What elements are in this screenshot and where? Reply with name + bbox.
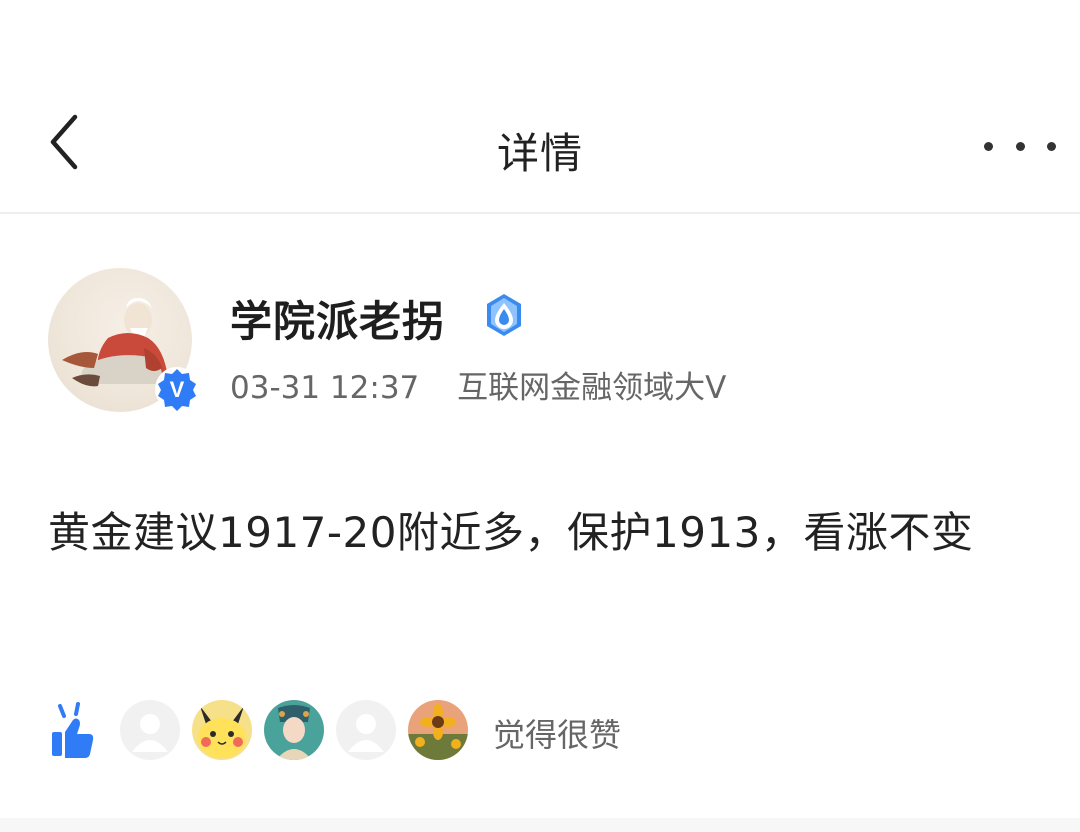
author-tag: 互联网金融领域大V	[457, 370, 727, 406]
likes-label: 觉得很赞	[493, 716, 622, 754]
author-name[interactable]: 学院派老拐	[230, 288, 445, 349]
more-dot	[984, 141, 993, 151]
svg-text:V: V	[170, 377, 185, 402]
page-title: 详情	[496, 129, 583, 178]
water-drop-badge-icon	[487, 294, 521, 336]
opera-avatar-icon	[264, 700, 324, 760]
navbar: 详情	[0, 90, 1080, 214]
default-avatar-icon	[336, 700, 396, 760]
likes-row: 觉得很赞	[48, 698, 748, 762]
liker-avatar-default[interactable]	[336, 700, 396, 760]
author-avatar[interactable]: V	[48, 268, 199, 418]
author-header: V 学院派老拐 03-31 12:37 互联网金融领域大V	[48, 268, 1028, 418]
liker-avatar-sunflower[interactable]	[408, 700, 468, 760]
pikachu-avatar-icon	[192, 700, 252, 760]
sunflower-avatar-icon	[408, 700, 468, 760]
verified-v-icon: V	[155, 367, 199, 411]
more-dot	[1047, 141, 1056, 151]
detail-screen: 详情 V 学院派老拐 03-31 12:37 互联网金融领域大V 黄金建议191…	[0, 0, 1080, 832]
liker-avatar-opera[interactable]	[264, 700, 324, 760]
default-avatar-icon	[120, 700, 180, 760]
post-text: 黄金建议1917-20附近多，保护1913，看涨不变	[48, 508, 974, 557]
thumbs-up-icon[interactable]	[48, 702, 98, 760]
liker-avatar-pikachu[interactable]	[192, 700, 252, 760]
liker-avatar-default[interactable]	[120, 700, 180, 760]
more-button[interactable]	[984, 126, 1056, 166]
post-time: 03-31 12:37	[230, 370, 420, 406]
post-meta: 03-31 12:37 互联网金融领域大V	[230, 362, 726, 407]
bottom-divider	[0, 818, 1080, 832]
more-dot	[1015, 141, 1025, 151]
status-bar	[0, 0, 1080, 90]
